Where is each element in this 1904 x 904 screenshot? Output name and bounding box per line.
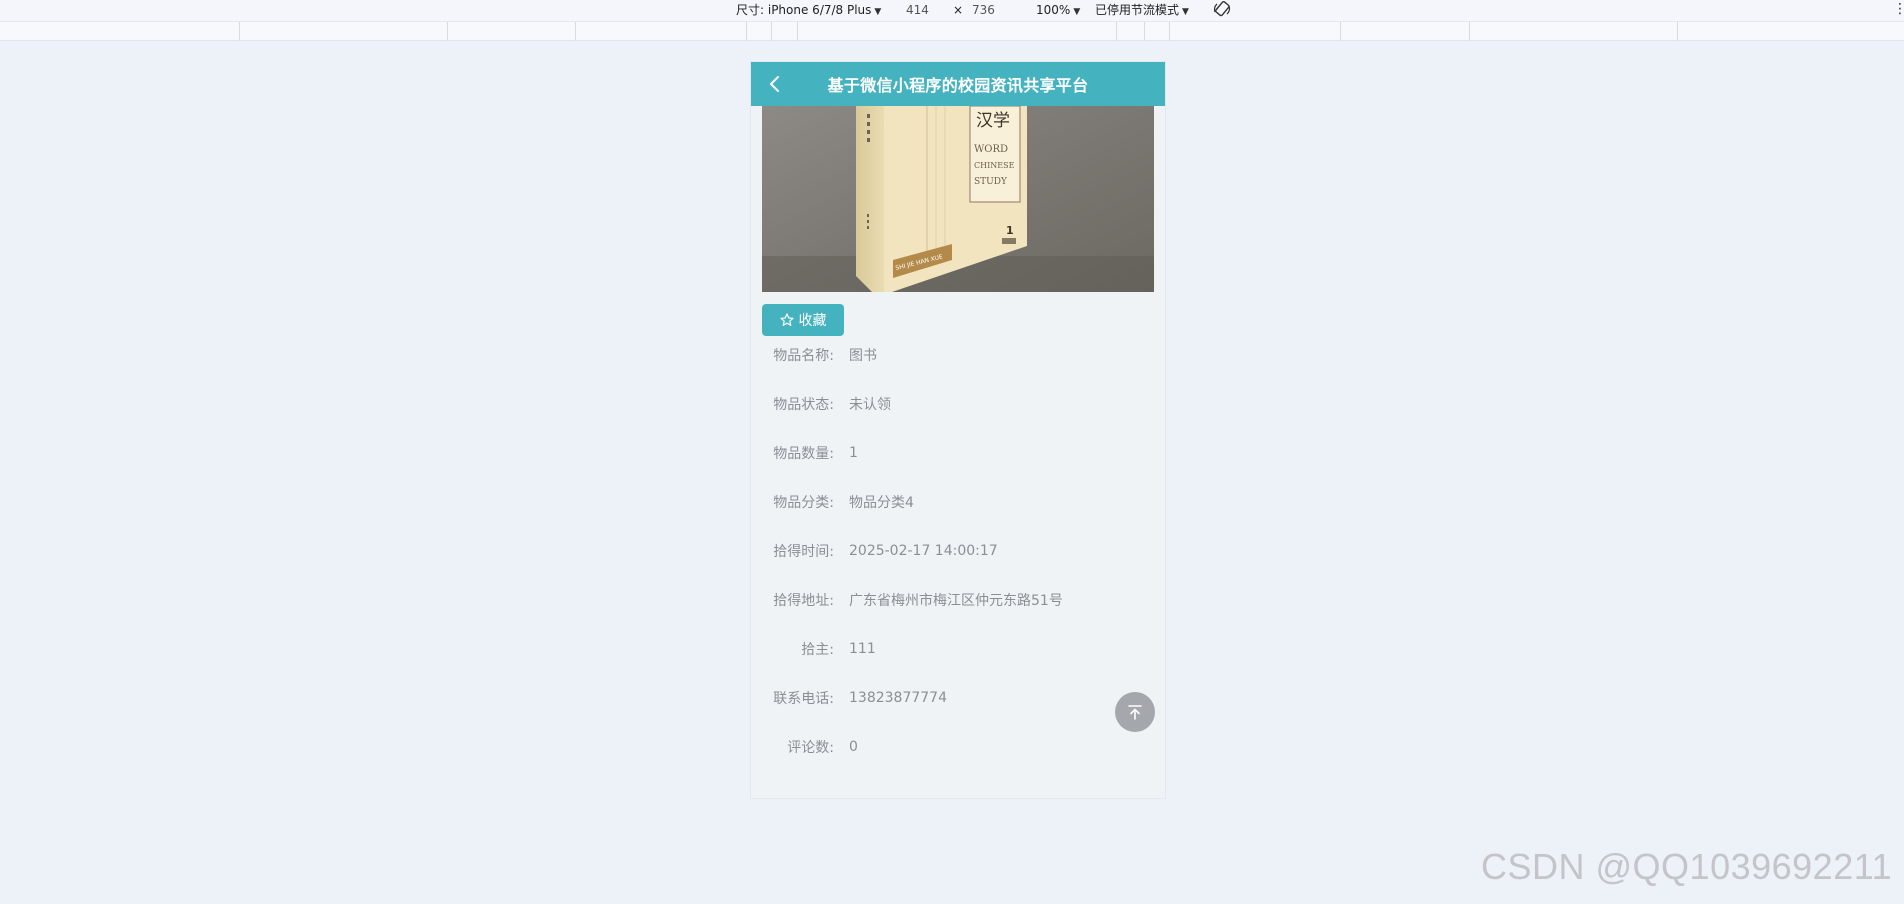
phone-viewport: 基于微信小程序的校园资讯共享平台 汉学 WORD CHINESE STUDY 1… [751,62,1165,798]
zoom-select[interactable]: 100% ▼ [1036,2,1080,20]
item-image: 汉学 WORD CHINESE STUDY 1 SHI JIE HAN XUE [762,106,1154,292]
detail-value: 物品分类4 [849,495,914,511]
detail-row-status: 物品状态: 未认领 [751,393,1165,415]
device-toolbar: 尺寸: iPhone 6/7/8 Plus ▼ 414 × 736 100% ▼ 已… [0,0,1904,21]
detail-value: 广东省梅州市梅江区仲元东路51号 [849,593,1063,609]
nav-bar: 基于微信小程序的校园资讯共享平台 [751,62,1165,106]
dimension-separator: × [953,3,964,17]
ruler-tick [1144,22,1145,41]
ruler-tick [1469,22,1470,41]
detail-label: 物品名称: [773,348,834,364]
throttle-label: 已停用节流模式 [1095,3,1180,17]
detail-label: 拾主: [801,642,834,658]
width-input[interactable]: 414 [906,2,929,18]
detail-label: 联系电话: [773,691,834,707]
detail-row-quantity: 物品数量: 1 [751,442,1165,464]
detail-label: 拾得时间: [773,544,834,560]
chevron-down-icon: ▼ [1073,7,1081,17]
ruler-tick [746,22,747,41]
page-title: 基于微信小程序的校园资讯共享平台 [827,76,1089,95]
star-icon [779,313,794,326]
detail-value: 2025-02-17 14:00:17 [849,543,998,559]
detail-value: 未认领 [849,397,891,413]
more-options-icon[interactable]: ⋮ [1893,1,1904,17]
detail-label: 物品数量: [773,446,834,462]
device-select[interactable]: 尺寸: iPhone 6/7/8 Plus ▼ [736,2,881,20]
detail-value: 13823877774 [849,690,947,706]
cover-line-2: CHINESE [974,161,1015,170]
cover-title: 汉学 [976,111,1010,131]
cover-issue: 1 [1006,224,1014,237]
ruler-tick [1340,22,1341,41]
detail-label: 物品状态: [773,397,834,413]
detail-row-name: 物品名称: 图书 [751,344,1165,366]
detail-value: 0 [849,739,858,755]
detail-row-found-time: 拾得时间: 2025-02-17 14:00:17 [751,540,1165,562]
favorite-label: 收藏 [798,313,827,329]
ruler-tick [1677,22,1678,41]
ruler-tick [797,22,798,41]
ruler-tick [575,22,576,41]
detail-value: 图书 [849,348,877,364]
rotate-icon[interactable] [1213,0,1231,18]
watermark: CSDN @QQ1039692211 [1481,846,1893,887]
media-query-ruler [0,21,1904,41]
ruler-tick [447,22,448,41]
detail-label: 物品分类: [773,495,834,511]
ruler-tick [1169,22,1170,41]
detail-row-phone: 联系电话: 13823877774 [751,687,1165,709]
detail-row-comments: 评论数: 0 [751,736,1165,758]
detail-row-category: 物品分类: 物品分类4 [751,491,1165,513]
ruler-tick [771,22,772,41]
chevron-down-icon: ▼ [1182,7,1189,17]
cover-line-3: STUDY [974,177,1008,187]
throttle-select[interactable]: 已停用节流模式 ▼ [1095,2,1189,20]
ruler-tick [239,22,240,41]
back-arrow-icon[interactable] [765,74,785,94]
detail-label: 评论数: [787,740,834,756]
ruler-tick [1116,22,1117,41]
detail-label: 拾得地址: [773,593,834,609]
favorite-button[interactable]: 收藏 [762,304,844,336]
detail-value: 111 [849,641,876,657]
zoom-label: 100% [1036,3,1071,17]
height-input[interactable]: 736 [972,2,995,18]
cover-line-1: WORD [974,144,1008,155]
detail-row-finder: 拾主: 111 [751,638,1165,660]
device-label: 尺寸: iPhone 6/7/8 Plus [736,3,872,17]
detail-value: 1 [849,445,858,461]
back-to-top-button[interactable] [1115,692,1155,732]
detail-row-found-address: 拾得地址: 广东省梅州市梅江区仲元东路51号 [751,589,1165,611]
chevron-down-icon: ▼ [874,7,882,17]
arrow-up-to-top-icon [1128,705,1142,720]
